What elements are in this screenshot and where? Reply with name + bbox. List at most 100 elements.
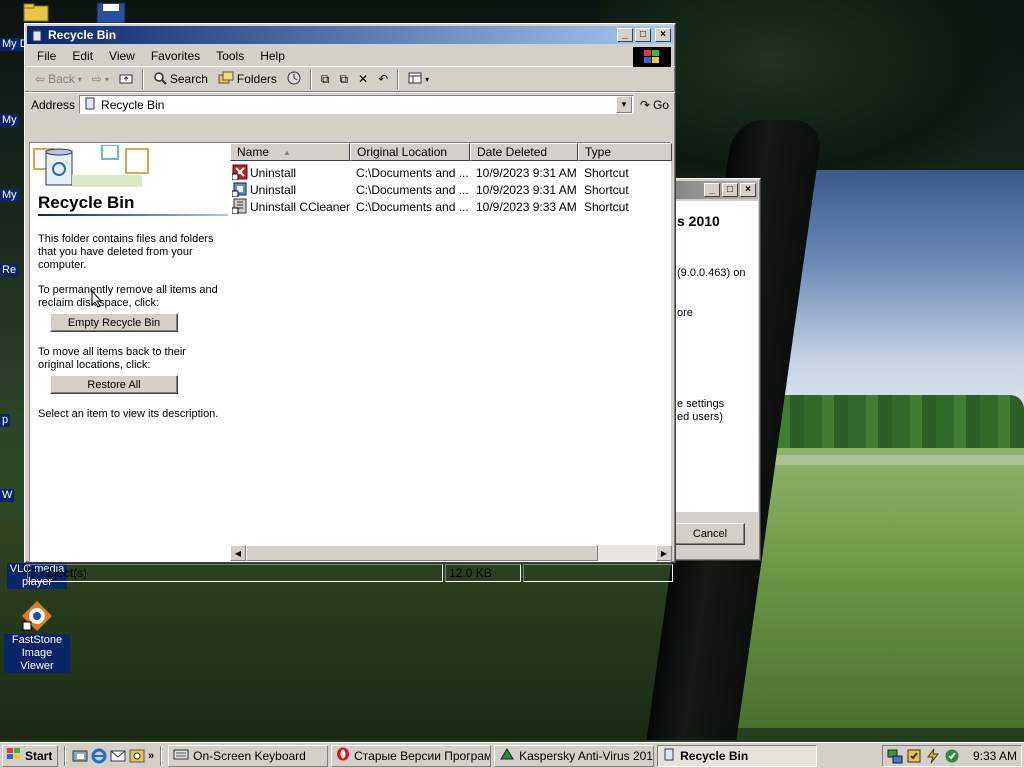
- floppy-icon[interactable]: [96, 2, 126, 24]
- row-date: 10/9/2023 9:31 AM: [476, 183, 577, 197]
- recycle-bin-banner-icon: [32, 144, 152, 191]
- history-button[interactable]: [283, 68, 305, 90]
- task-label: Kaspersky Anti-Virus 2010: [519, 748, 655, 763]
- toolbar-separator: [309, 69, 312, 89]
- system-tray: 9:33 AM: [882, 744, 1022, 767]
- status-size: 12.0 KB: [445, 564, 521, 582]
- network-tray-icon[interactable]: [887, 748, 903, 764]
- column-header-original-location[interactable]: Original Location: [350, 143, 470, 161]
- taskbar-opera-window[interactable]: Старые Версии Програм...: [331, 744, 492, 767]
- close-button[interactable]: ×: [740, 183, 756, 197]
- show-desktop-icon[interactable]: [72, 748, 88, 764]
- search-quick-launch-icon[interactable]: [129, 748, 145, 764]
- maximize-button[interactable]: □: [635, 28, 651, 42]
- outlook-express-icon[interactable]: [110, 748, 126, 764]
- wallpaper-treeline: [760, 395, 1024, 450]
- start-button[interactable]: Start: [2, 744, 58, 767]
- menu-file[interactable]: File: [29, 49, 64, 63]
- taskbar-kaspersky[interactable]: Kaspersky Anti-Virus 2010: [494, 744, 655, 767]
- forward-arrow-icon: ⇨: [91, 72, 102, 86]
- security-tray-icon[interactable]: [906, 748, 922, 764]
- maximize-button[interactable]: □: [722, 183, 738, 197]
- forward-button[interactable]: ⇨ ▾: [88, 68, 113, 90]
- cancel-button[interactable]: Cancel: [675, 523, 745, 545]
- desktop-icon-my-computer[interactable]: My: [0, 114, 19, 127]
- undo-button[interactable]: ↶: [374, 68, 392, 90]
- restore-all-button[interactable]: Restore All: [50, 375, 178, 394]
- views-icon: [408, 72, 422, 87]
- desktop-icon-faststone[interactable]: FastStone Image Viewer: [4, 600, 70, 673]
- row-name: Uninstall CCleaner: [250, 200, 351, 214]
- column-header-date-deleted[interactable]: Date Deleted: [470, 143, 578, 161]
- address-label: Address: [31, 97, 76, 112]
- table-row[interactable]: Uninstall CCleaner C:\Documents and ... …: [230, 198, 672, 215]
- quick-launch-overflow-icon[interactable]: »: [148, 750, 154, 762]
- dialog-text-users: ed users): [677, 411, 723, 423]
- window-titlebar[interactable]: Recycle Bin _ □ ×: [27, 26, 673, 44]
- mouse-cursor-icon: [91, 289, 103, 308]
- up-folder-button[interactable]: [115, 68, 137, 90]
- windows-flag-icon: [6, 747, 22, 764]
- clock[interactable]: 9:33 AM: [973, 749, 1017, 763]
- scroll-thumb[interactable]: [246, 545, 598, 561]
- menu-tools[interactable]: Tools: [208, 49, 252, 63]
- back-button[interactable]: ⇦ Back ▾: [31, 68, 86, 90]
- table-row[interactable]: Uninstall C:\Documents and ... 10/9/2023…: [230, 181, 672, 198]
- table-row[interactable]: Uninstall C:\Documents and ... 10/9/2023…: [230, 164, 672, 181]
- desktop-icon-partial-w[interactable]: W: [0, 489, 15, 502]
- faststone-icon: [21, 600, 53, 632]
- column-header-type[interactable]: Type: [578, 143, 672, 161]
- folders-button[interactable]: Folders: [214, 68, 281, 90]
- sort-ascending-icon: ▲: [283, 147, 291, 157]
- folders-label: Folders: [236, 72, 277, 86]
- minimize-button[interactable]: _: [704, 183, 720, 197]
- row-date: 10/9/2023 9:33 AM: [476, 200, 577, 214]
- back-dropdown-icon[interactable]: ▾: [78, 75, 82, 84]
- taskbar-on-screen-keyboard[interactable]: On-Screen Keyboard: [168, 744, 329, 767]
- kaspersky-tray-icon[interactable]: [944, 748, 960, 764]
- row-name: Uninstall: [250, 183, 297, 197]
- search-icon: [153, 71, 167, 88]
- background-dialog[interactable]: _ □ × s 2010 (9.0.0.463) on ore e settin…: [664, 178, 761, 561]
- address-dropdown-button[interactable]: ▼: [615, 96, 632, 113]
- menu-edit[interactable]: Edit: [64, 49, 101, 63]
- search-button[interactable]: Search: [149, 68, 212, 90]
- close-button[interactable]: ×: [655, 28, 671, 42]
- delete-button[interactable]: ✕: [354, 68, 372, 90]
- scroll-left-button[interactable]: ◀: [230, 545, 246, 561]
- scroll-right-button[interactable]: ▶: [656, 545, 672, 561]
- desktop-icon-recycle-bin[interactable]: Re: [0, 264, 19, 277]
- views-button[interactable]: ▾: [404, 68, 433, 90]
- power-tray-icon[interactable]: [925, 748, 941, 764]
- menu-view[interactable]: View: [101, 49, 143, 63]
- go-button[interactable]: ↷ Go: [634, 98, 675, 112]
- copy-to-button[interactable]: ⧉: [335, 68, 352, 90]
- internet-explorer-icon[interactable]: [91, 748, 107, 764]
- row-type: Shortcut: [584, 183, 629, 197]
- minimize-button[interactable]: _: [617, 28, 633, 42]
- menu-favorites[interactable]: Favorites: [143, 49, 208, 63]
- move-to-button[interactable]: ⧉: [317, 68, 334, 90]
- move-to-icon: ⧉: [320, 71, 330, 86]
- menu-help[interactable]: Help: [252, 49, 293, 63]
- start-label: Start: [25, 748, 53, 763]
- back-arrow-icon: ⇦: [35, 72, 46, 86]
- desktop-icon-partial-p[interactable]: p: [0, 414, 11, 427]
- wallpaper-path: [760, 455, 1024, 465]
- forward-dropdown-icon[interactable]: ▾: [105, 75, 109, 84]
- taskbar-recycle-bin[interactable]: Recycle Bin: [657, 744, 818, 767]
- recycle-bin-window[interactable]: Recycle Bin _ □ × File Edit View Favorit…: [24, 23, 676, 582]
- pane-intro-text: This folder contains files and folders t…: [38, 233, 214, 271]
- delete-icon: ✕: [358, 72, 369, 86]
- web-view-pane: Recycle Bin This folder contains files a…: [30, 143, 230, 561]
- horizontal-scrollbar[interactable]: ◀ ▶: [230, 545, 672, 561]
- empty-recycle-bin-button[interactable]: Empty Recycle Bin: [50, 313, 178, 332]
- taskbar: Start » On-Screen Keyboard Старые Версии…: [0, 742, 1024, 768]
- column-header-name[interactable]: Name ▲: [230, 143, 350, 161]
- desktop-icon-my-network[interactable]: My: [0, 189, 19, 202]
- up-folder-icon: [119, 72, 133, 87]
- address-input[interactable]: Recycle Bin ▼: [79, 95, 634, 114]
- folder-icon[interactable]: [22, 2, 50, 22]
- background-dialog-titlebar[interactable]: _ □ ×: [667, 181, 758, 199]
- kaspersky-icon: [499, 747, 515, 764]
